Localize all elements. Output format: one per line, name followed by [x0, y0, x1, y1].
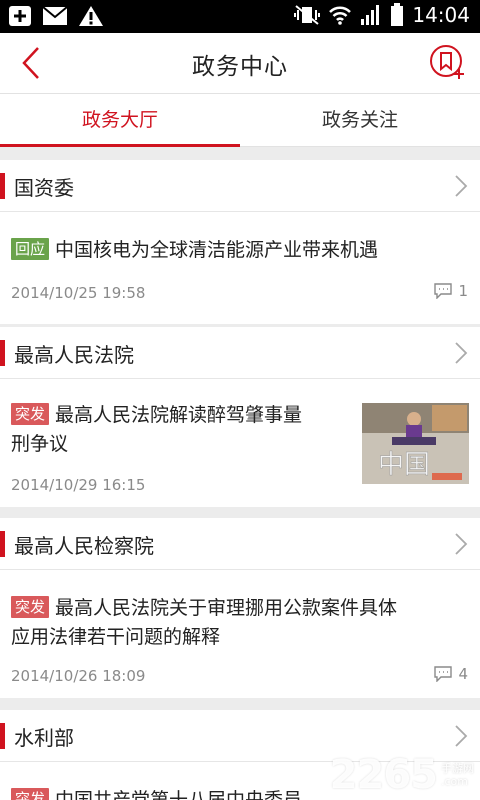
- add-notification-icon: [8, 5, 32, 27]
- badge-response: 回应: [11, 238, 50, 260]
- section-procuratorate: 最高人民检察院 突发 最高人民法院关于审理挪用公款案件具体应用法律若干问题的解释 …: [0, 518, 480, 698]
- section-marker: [0, 723, 5, 749]
- watermark-number: 2265: [329, 752, 438, 798]
- comment-icon: [434, 666, 453, 682]
- news-date: 2014/10/26 18:09: [11, 667, 146, 685]
- news-headline: 回应 中国核电为全球清洁能源产业带来机遇: [11, 236, 378, 265]
- news-date: 2014/10/29 16:15: [11, 476, 146, 494]
- section-title: 最高人民法院: [14, 343, 134, 367]
- section-marker: [0, 173, 5, 199]
- page-title: 政务中心: [192, 54, 288, 80]
- tab-follow[interactable]: 政务关注: [240, 94, 480, 146]
- thumbnail-caption: 中国: [378, 450, 430, 480]
- comment-count[interactable]: 1: [434, 282, 468, 300]
- section-header[interactable]: 最高人民法院: [0, 327, 480, 379]
- chevron-right-icon: [455, 725, 468, 747]
- headline-text-line1: 最高人民法院解读醉驾肇事量: [55, 404, 303, 426]
- section-supreme-court: 最高人民法院 突发 最高人民法院解读醉驾肇事量刑争议 2014/10/29 16:…: [0, 327, 480, 507]
- section-title: 最高人民检察院: [14, 534, 154, 558]
- app-header: 政务中心: [0, 33, 480, 93]
- news-item[interactable]: 突发 最高人民法院解读醉驾肇事量刑争议 2014/10/29 16:15 中国: [0, 379, 480, 507]
- section-title: 水利部: [14, 726, 74, 750]
- status-bar: 14:04: [0, 0, 480, 33]
- section-sasac: 国资委 回应 中国核电为全球清洁能源产业带来机遇 2014/10/25 19:58…: [0, 160, 480, 324]
- headline-text-line1: 最高人民法院关于审理挪用公款案件具体: [55, 597, 398, 619]
- signal-icon: [360, 4, 382, 26]
- battery-icon: [390, 3, 404, 27]
- chevron-right-icon: [455, 342, 468, 364]
- warning-icon: [78, 5, 104, 27]
- comment-icon: [434, 283, 453, 299]
- comment-count[interactable]: 4: [434, 665, 468, 683]
- chevron-right-icon: [455, 533, 468, 555]
- news-headline: 突发 最高人民法院关于审理挪用公款案件具体应用法律若干问题的解释: [11, 594, 471, 652]
- badge-breaking: 突发: [11, 596, 50, 618]
- bookmark-add-icon: [430, 45, 464, 79]
- clock: 14:04: [412, 3, 470, 27]
- wifi-icon: [328, 4, 352, 26]
- tab-hall[interactable]: 政务大厅: [0, 94, 240, 147]
- watermark-suffix: .com: [441, 775, 468, 788]
- comment-number: 4: [458, 665, 468, 683]
- news-thumbnail: 中国: [362, 403, 469, 484]
- section-marker: [0, 531, 5, 557]
- section-header[interactable]: 国资委: [0, 160, 480, 212]
- headline-text-line2: 应用法律若干问题的解释: [11, 626, 221, 648]
- tab-bar: 政务大厅 政务关注: [0, 93, 480, 147]
- news-item[interactable]: 突发 最高人民法院关于审理挪用公款案件具体应用法律若干问题的解释 2014/10/…: [0, 570, 480, 698]
- site-watermark: 2265 手游网 .com: [330, 752, 474, 798]
- section-marker: [0, 340, 5, 366]
- headline-text: 中国核电为全球清洁能源产业带来机遇: [55, 239, 379, 261]
- badge-breaking: 突发: [11, 403, 50, 425]
- add-subscription-button[interactable]: [428, 43, 468, 83]
- vibrate-icon: [294, 4, 321, 26]
- section-header[interactable]: 最高人民检察院: [0, 518, 480, 570]
- mail-icon: [42, 6, 68, 26]
- comment-number: 1: [458, 282, 468, 300]
- headline-text-line2: 刑争议: [11, 433, 69, 455]
- news-date: 2014/10/25 19:58: [11, 284, 146, 302]
- section-title: 国资委: [14, 176, 74, 200]
- news-headline: 突发 最高人民法院解读醉驾肇事量刑争议: [11, 401, 346, 459]
- badge-breaking: 突发: [11, 788, 50, 800]
- watermark-text: 手游网: [441, 762, 474, 775]
- chevron-right-icon: [455, 175, 468, 197]
- headline-text: 中国共产党第十八届中央委员: [55, 789, 303, 800]
- news-headline: 突发 中国共产党第十八届中央委员: [11, 786, 351, 800]
- news-item[interactable]: 回应 中国核电为全球清洁能源产业带来机遇 2014/10/25 19:58 1: [0, 212, 480, 324]
